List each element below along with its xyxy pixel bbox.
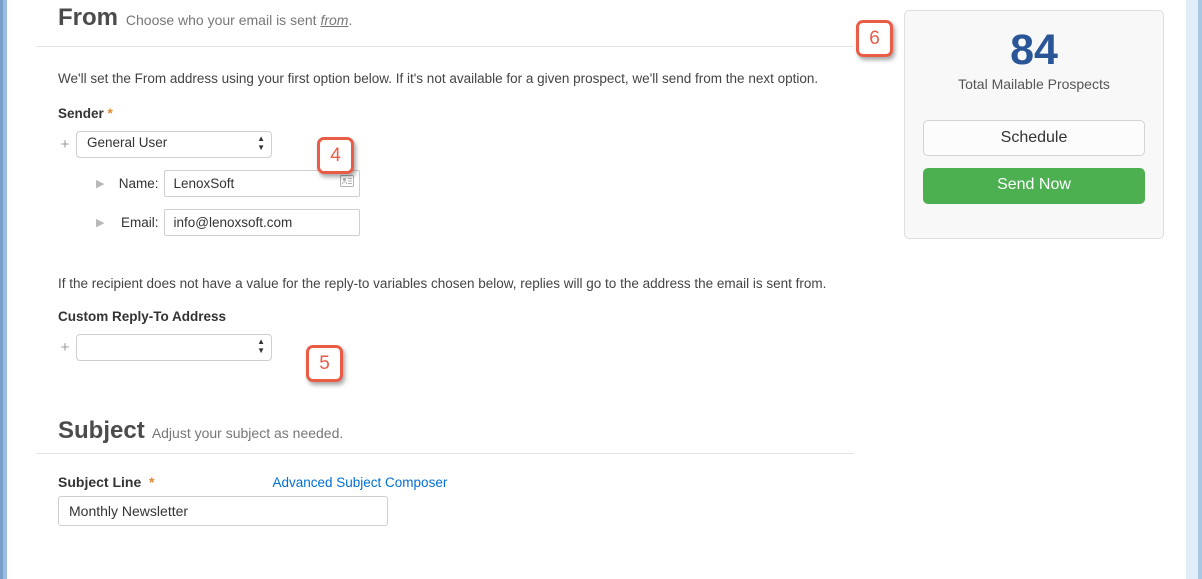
from-subtitle-prefix: Choose who your email is sent — [126, 12, 321, 28]
sender-select-value: General User — [76, 131, 272, 158]
callout-5: 5 — [306, 345, 343, 382]
name-label: Name: — [110, 176, 158, 191]
chevron-right-icon: ▶ — [96, 216, 104, 229]
from-subtitle: Choose who your email is sent from. — [126, 12, 352, 28]
subject-line-label-text: Subject Line — [58, 474, 141, 490]
required-icon: * — [108, 106, 113, 121]
sender-email-input[interactable] — [164, 209, 360, 236]
subject-section-header: Subject Adjust your subject as needed. — [36, 383, 854, 454]
send-now-button[interactable]: Send Now — [923, 168, 1145, 204]
subject-line-input[interactable] — [58, 496, 388, 526]
sender-label: Sender — [58, 106, 104, 121]
from-subtitle-em: from — [320, 12, 348, 28]
reply-select[interactable]: ▲▼ — [76, 334, 272, 361]
sender-select[interactable]: General User ▲▼ — [76, 131, 272, 158]
add-sender-button[interactable]: + — [58, 136, 72, 153]
window-left-edge — [0, 0, 7, 579]
reply-label: Custom Reply-To Address — [58, 309, 832, 324]
from-section-header: From Choose who your email is sent from. — [36, 0, 854, 47]
schedule-button[interactable]: Schedule — [923, 120, 1145, 156]
reply-helper-text: If the recipient does not have a value f… — [58, 276, 832, 291]
chevron-right-icon: ▶ — [96, 177, 104, 190]
subject-line-label: Subject Line * — [58, 474, 154, 490]
required-icon: * — [145, 474, 154, 490]
from-subtitle-suffix: . — [348, 12, 352, 28]
callout-6: 6 — [856, 20, 893, 57]
callout-4: 4 — [317, 137, 354, 174]
subject-title: Subject — [58, 417, 145, 445]
window-right-inner-edge — [1186, 0, 1198, 579]
advanced-subject-link[interactable]: Advanced Subject Composer — [272, 475, 447, 490]
sender-name-input[interactable] — [164, 170, 360, 197]
from-title: From — [58, 4, 118, 32]
window-right-edge — [1198, 0, 1202, 579]
subject-subtitle: Adjust your subject as needed. — [152, 425, 343, 441]
prospect-count-label: Total Mailable Prospects — [923, 76, 1145, 92]
summary-card: 84 Total Mailable Prospects Schedule Sen… — [904, 10, 1164, 239]
add-reply-button[interactable]: + — [58, 339, 72, 356]
sender-label-row: Sender * — [58, 106, 832, 121]
email-label: Email: — [110, 215, 158, 230]
reply-select-value — [76, 334, 272, 361]
from-intro: We'll set the From address using your fi… — [58, 71, 832, 86]
prospect-count: 84 — [923, 27, 1145, 74]
